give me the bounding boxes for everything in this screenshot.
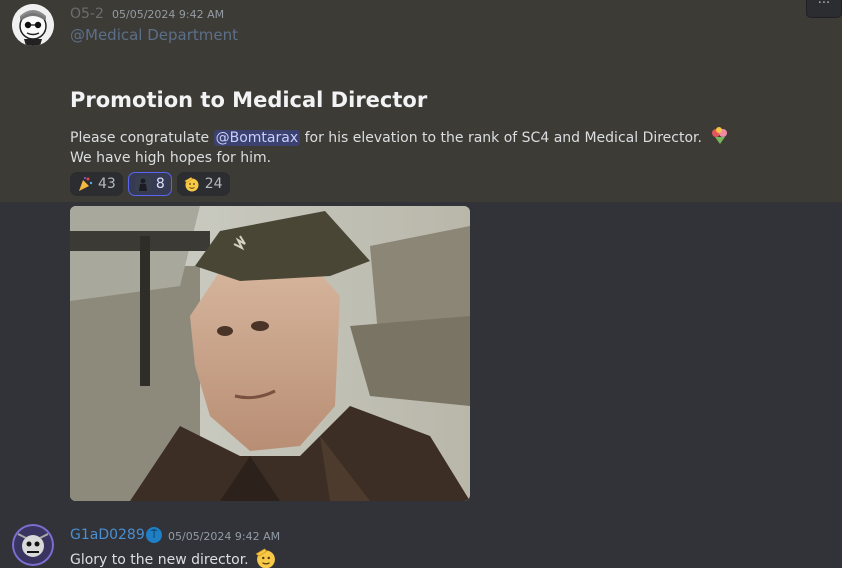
message-text: Please congratulate bbox=[70, 130, 214, 146]
saluting-face-icon bbox=[184, 177, 199, 192]
reaction-custom[interactable]: 8 bbox=[127, 172, 172, 196]
reaction-party[interactable]: 43 bbox=[70, 172, 123, 196]
soldier-gif-image bbox=[70, 206, 470, 501]
more-options-button[interactable]: ··· bbox=[806, 0, 842, 18]
reaction-count: 43 bbox=[98, 176, 116, 192]
chat-view: O5-2 05/05/2024 9:42 AM @Medical Departm… bbox=[0, 0, 842, 568]
message-line: We have high hopes for him. bbox=[70, 150, 272, 166]
message-heading: Promotion to Medical Director bbox=[70, 88, 428, 112]
message-timestamp: 05/05/2024 9:42 AM bbox=[112, 8, 225, 21]
reaction-count: 24 bbox=[204, 176, 223, 192]
reaction-bar: 43 8 24 bbox=[70, 172, 230, 198]
role-shield-icon[interactable]: ⍑ bbox=[146, 527, 162, 543]
message-line: Please congratulate @Bomtarax for his el… bbox=[70, 127, 731, 146]
message-author[interactable]: G1aD0289 bbox=[70, 527, 145, 543]
reaction-count: 8 bbox=[155, 176, 165, 192]
user-mention[interactable]: @Bomtarax bbox=[213, 130, 301, 146]
role-mention[interactable]: @Medical Department bbox=[70, 26, 238, 44]
avatar-glasses-face-icon bbox=[12, 4, 54, 46]
gif-embed[interactable] bbox=[70, 206, 470, 501]
saluting-face-emoji-icon bbox=[255, 548, 276, 568]
message-author[interactable]: O5-2 bbox=[70, 6, 104, 22]
avatar[interactable] bbox=[12, 4, 54, 46]
message-timestamp: 05/05/2024 9:42 AM bbox=[168, 530, 281, 543]
message-text: Glory to the new director. bbox=[70, 552, 249, 568]
bouquet-emoji-icon bbox=[712, 127, 728, 144]
avatar[interactable] bbox=[12, 524, 54, 566]
message-line: Glory to the new director. bbox=[70, 547, 277, 568]
party-popper-icon bbox=[79, 177, 93, 191]
message-text: for his elevation to the rank of SC4 and… bbox=[300, 130, 702, 146]
custom-figure-icon bbox=[134, 176, 151, 192]
avatar-robot-icon bbox=[12, 524, 54, 566]
reaction-salute[interactable]: 24 bbox=[176, 172, 230, 196]
